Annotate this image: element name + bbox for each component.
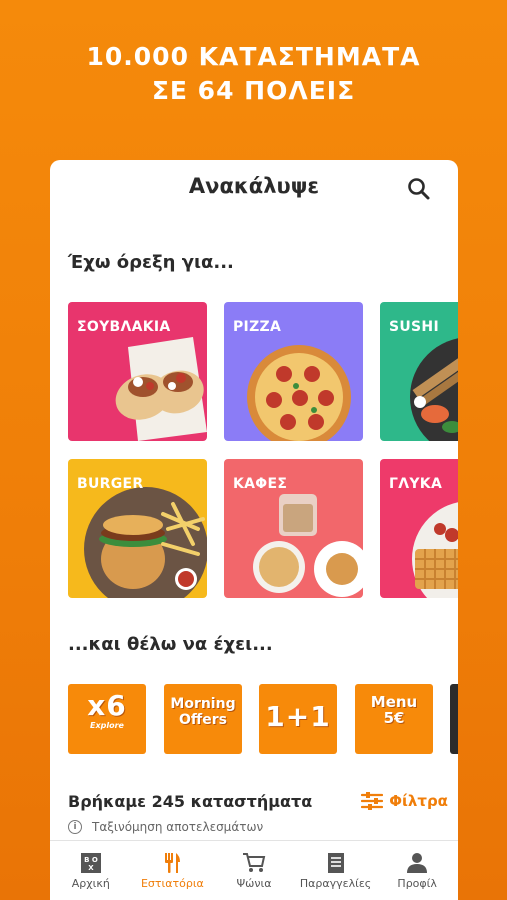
- box-icon: B O X: [80, 853, 101, 873]
- category-label: ΣΟΥΒΛΑΚΙΑ: [77, 319, 171, 335]
- category-label: ΚΑΦΕΣ: [233, 476, 288, 492]
- nav-label: Προφίλ: [397, 877, 437, 890]
- offer-next-partial[interactable]: [450, 684, 458, 754]
- category-label: SUSHI: [389, 319, 439, 335]
- cart-icon: [242, 853, 266, 872]
- promo-line-2: ΣΕ 64 ΠΟΛΕΙΣ: [151, 76, 356, 105]
- offer-line-2: Offers: [179, 712, 227, 728]
- offer-menu[interactable]: Menu 5€: [355, 684, 433, 754]
- features-heading: ...και θέλω να έχει...: [68, 634, 273, 655]
- promo-line-1: 10.000 ΚΑΤΑΣΤΗΜΑΤΑ: [86, 42, 421, 71]
- category-label: BURGER: [77, 476, 144, 492]
- page-title: Ανακάλυψε: [188, 174, 320, 198]
- nav-item-home[interactable]: B O X Αρχική: [50, 841, 132, 900]
- category-pizza[interactable]: PIZZA: [224, 302, 363, 441]
- category-burger[interactable]: BURGER: [68, 459, 207, 598]
- cravings-heading: Έχω όρεξη για...: [68, 252, 234, 273]
- offer-big-text: 1+1: [265, 700, 331, 733]
- nav-label: Ψώνια: [236, 877, 272, 890]
- discover-card: Ανακάλυψε Έχω όρεξη για... ΣΟΥΒΛΑΚΙΑ PIZ…: [50, 160, 458, 900]
- svg-text:B O: B O: [84, 856, 98, 864]
- nav-label: Παραγγελίες: [299, 877, 372, 890]
- search-icon: [408, 178, 430, 200]
- nav-item-profile[interactable]: Προφίλ: [376, 841, 458, 900]
- offer-morning[interactable]: Morning Offers: [164, 684, 242, 754]
- nav-item-orders[interactable]: Παραγγελίες: [295, 841, 377, 900]
- sort-results[interactable]: i Ταξινόμηση αποτελεσμάτων: [68, 820, 263, 834]
- offer-line-1: Morning: [170, 696, 236, 712]
- offer-line-1: Menu: [370, 693, 418, 711]
- category-label: ΓΛΥΚΑ: [389, 476, 443, 492]
- category-label: PIZZA: [233, 319, 282, 335]
- promo-title: 10.000 ΚΑΤΑΣΤΗΜΑΤΑ ΣΕ 64 ΠΟΛΕΙΣ: [0, 40, 507, 108]
- offer-line-2: 5€: [383, 709, 405, 727]
- offer-1plus1[interactable]: 1+1: [259, 684, 337, 754]
- nav-label: Εστιατόρια: [140, 877, 204, 890]
- filters-button[interactable]: Φίλτρα: [361, 792, 448, 810]
- card-header: Ανακάλυψε: [50, 160, 458, 216]
- orders-icon: [327, 853, 344, 873]
- offer-small-text: Explore: [90, 721, 124, 730]
- search-button[interactable]: [406, 176, 432, 202]
- nav-item-shopping[interactable]: Ψώνια: [213, 841, 295, 900]
- results-count: Βρήκαμε 245 καταστήματα: [68, 792, 313, 811]
- nav-item-restaurants[interactable]: Εστιατόρια: [132, 841, 214, 900]
- filters-label: Φίλτρα: [389, 792, 448, 810]
- nav-label: Αρχική: [71, 877, 110, 890]
- category-sweets[interactable]: ΓΛΥΚΑ: [380, 459, 458, 598]
- offer-explore[interactable]: x6 Explore: [68, 684, 146, 754]
- bottom-nav: B O X Αρχική Εστιατόρια Ψώνια Παραγγελίε…: [50, 840, 458, 900]
- sort-label: Ταξινόμηση αποτελεσμάτων: [92, 820, 264, 834]
- category-souvlakia[interactable]: ΣΟΥΒΛΑΚΙΑ: [68, 302, 207, 441]
- cutlery-icon: [165, 853, 181, 873]
- profile-icon: [407, 853, 428, 873]
- offer-big-text: x6: [87, 689, 127, 722]
- svg-text:X: X: [88, 864, 94, 872]
- category-coffee[interactable]: ΚΑΦΕΣ: [224, 459, 363, 598]
- filter-icon: [361, 792, 384, 810]
- category-sushi[interactable]: SUSHI: [380, 302, 458, 441]
- info-icon: i: [68, 820, 82, 834]
